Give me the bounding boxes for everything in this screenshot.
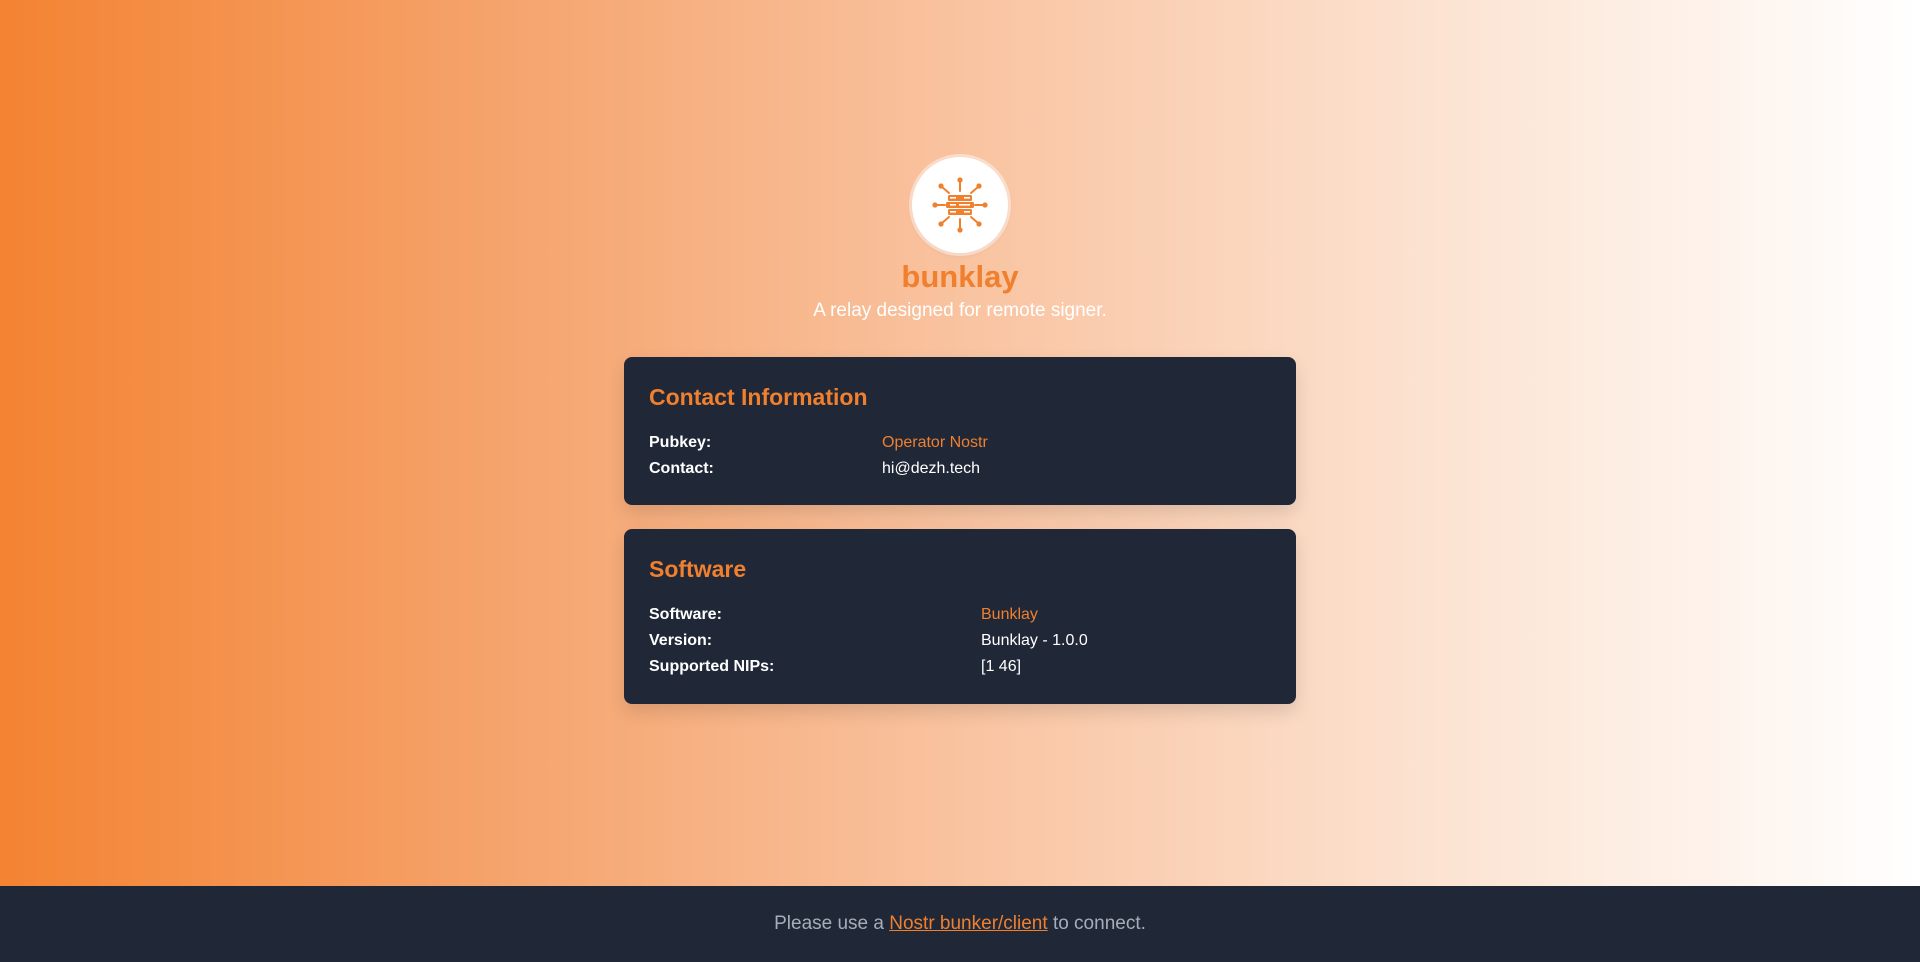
software-card: Software Software: Bunklay Version: Bunk… bbox=[624, 529, 1296, 704]
footer-suffix: to connect. bbox=[1052, 913, 1146, 934]
nips-value: [1 46] bbox=[981, 658, 1022, 675]
software-link[interactable]: Bunklay bbox=[981, 604, 1038, 626]
page-title: bunklay bbox=[901, 259, 1019, 294]
software-label: Software: bbox=[649, 606, 722, 623]
contact-value: hi@dezh.tech bbox=[882, 460, 981, 477]
contact-label: Contact: bbox=[649, 460, 714, 477]
page-subtitle: A relay designed for remote signer. bbox=[813, 300, 1107, 321]
version-label: Version: bbox=[649, 632, 713, 649]
footer-prefix: Please use a bbox=[774, 913, 884, 934]
version-value: Bunklay - 1.0.0 bbox=[981, 632, 1088, 649]
relay-hub-icon bbox=[932, 177, 988, 233]
main-content: bunklay A relay designed for remote sign… bbox=[0, 0, 1920, 886]
logo bbox=[912, 157, 1008, 253]
nips-label: Supported NIPs: bbox=[649, 658, 775, 675]
footer-client-link[interactable]: Nostr bunker/client bbox=[889, 913, 1047, 934]
software-card-title: Software bbox=[649, 556, 747, 582]
contact-card-title: Contact Information bbox=[649, 384, 868, 410]
pubkey-label: Pubkey: bbox=[649, 434, 712, 451]
contact-card: Contact Information Pubkey: Operator Nos… bbox=[624, 357, 1296, 505]
footer: Please use a Nostr bunker/client to conn… bbox=[0, 886, 1920, 962]
pubkey-link[interactable]: Operator Nostr bbox=[882, 432, 988, 454]
